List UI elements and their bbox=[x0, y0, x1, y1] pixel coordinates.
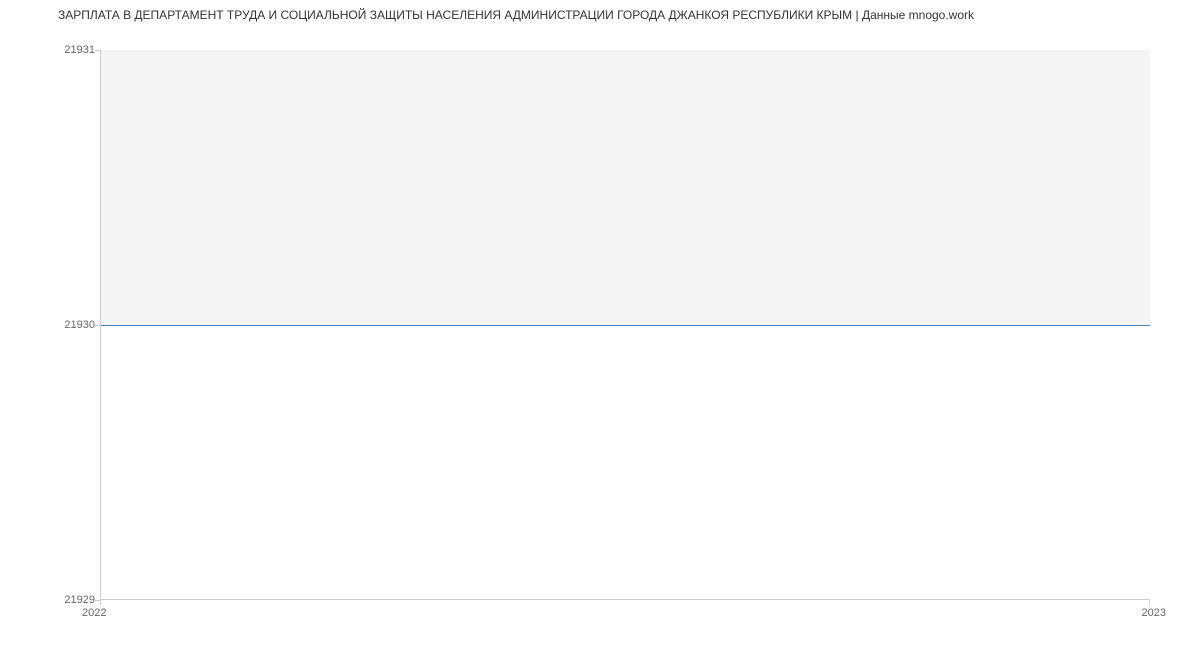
chart-title: ЗАРПЛАТА В ДЕПАРТАМЕНТ ТРУДА И СОЦИАЛЬНО… bbox=[58, 8, 974, 22]
y-tick-mark bbox=[95, 50, 100, 51]
data-line bbox=[101, 325, 1150, 326]
plot-band-upper bbox=[101, 50, 1150, 325]
y-axis-tick-label: 21929 bbox=[64, 594, 95, 606]
x-axis-tick-label: 2023 bbox=[1142, 607, 1166, 619]
x-tick-mark bbox=[100, 600, 101, 605]
x-tick-mark bbox=[1149, 600, 1150, 605]
plot-band-lower bbox=[101, 325, 1150, 600]
x-axis-tick-label: 2022 bbox=[82, 607, 106, 619]
plot-area bbox=[100, 50, 1150, 600]
y-tick-mark bbox=[95, 325, 100, 326]
y-axis-tick-label: 21930 bbox=[64, 319, 95, 331]
y-axis-tick-label: 21931 bbox=[64, 44, 95, 56]
chart-container: ЗАРПЛАТА В ДЕПАРТАМЕНТ ТРУДА И СОЦИАЛЬНО… bbox=[0, 0, 1200, 650]
